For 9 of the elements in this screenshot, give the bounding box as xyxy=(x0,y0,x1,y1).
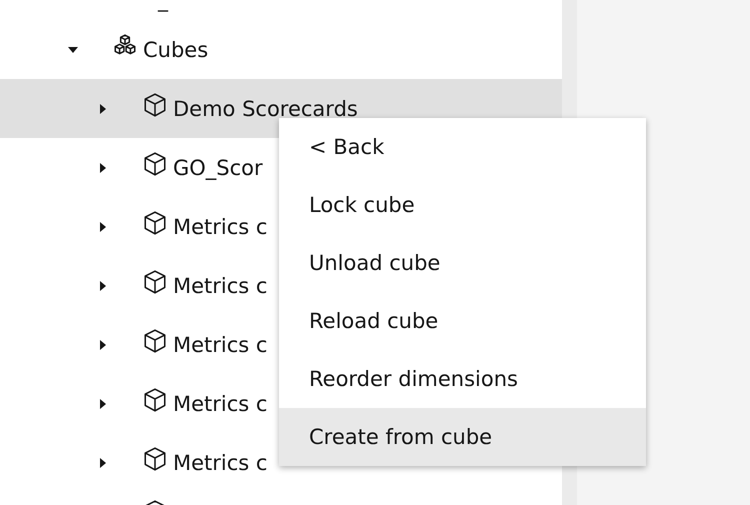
tree-label: Metrics c xyxy=(173,274,268,298)
text-fragment: _ xyxy=(156,0,170,14)
tree-label: GO_Scor xyxy=(173,156,263,180)
tree-label: Cubes xyxy=(143,38,208,62)
tree-label: Metrics c xyxy=(173,392,268,416)
tree-label: Metrics c xyxy=(173,332,268,356)
tree-label: Metrics c xyxy=(173,450,268,474)
tree-label: Metrics c xyxy=(173,214,268,238)
tree-label: Demo Scorecards xyxy=(173,96,358,120)
